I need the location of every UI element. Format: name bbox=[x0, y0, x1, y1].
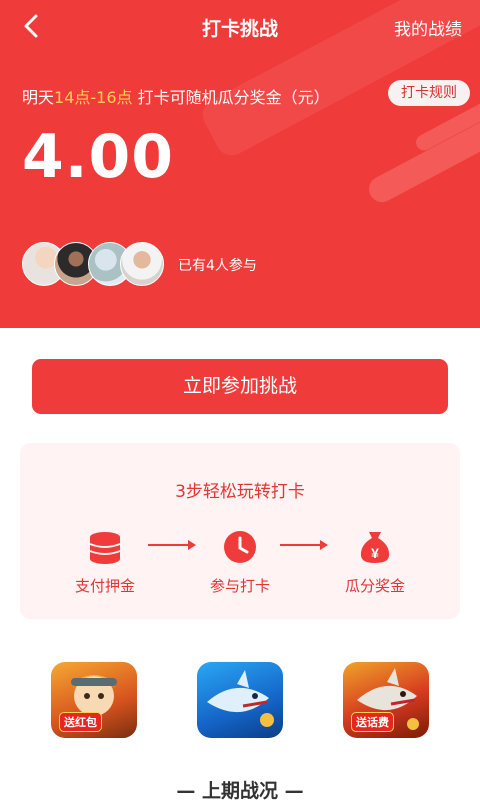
coin-stack-icon bbox=[89, 532, 121, 564]
game-badge: 送话费 bbox=[351, 712, 394, 732]
step-label: 瓜分奖金 bbox=[344, 577, 405, 595]
game-card[interactable]: 送红包 bbox=[51, 662, 137, 738]
info-suffix: 打卡可随机瓜分奖金（元） bbox=[132, 88, 330, 107]
step-label: 参与打卡 bbox=[209, 577, 270, 595]
join-challenge-button[interactable]: 立即参加挑战 bbox=[32, 359, 448, 414]
top-bar: 打卡挑战 我的战绩 bbox=[0, 0, 480, 52]
clock-icon bbox=[224, 531, 256, 563]
money-bag-icon: ¥ bbox=[360, 532, 390, 563]
arrow-right-icon bbox=[280, 540, 328, 550]
steps-title: 3步轻松玩转打卡 bbox=[175, 482, 305, 502]
arrow-right-icon bbox=[148, 540, 196, 550]
game-card[interactable] bbox=[197, 662, 283, 738]
prize-amount: 4.00 bbox=[22, 122, 175, 192]
info-prefix: 明天 bbox=[22, 88, 55, 107]
step-label: 支付押金 bbox=[74, 577, 135, 595]
my-records-link[interactable]: 我的战绩 bbox=[394, 15, 462, 40]
game-card[interactable]: 送话费 bbox=[343, 662, 429, 738]
reward-info: 明天14点-16点 打卡可随机瓜分奖金（元） bbox=[22, 84, 330, 108]
rules-button[interactable]: 打卡规则 bbox=[388, 80, 470, 106]
challenge-header: 打卡挑战 我的战绩 明天14点-16点 打卡可随机瓜分奖金（元） 打卡规则 4.… bbox=[0, 0, 480, 328]
last-period-title: — 上期战况 — bbox=[176, 780, 304, 802]
game-badge: 送红包 bbox=[59, 712, 102, 732]
shark-icon bbox=[207, 670, 274, 727]
avatar bbox=[120, 242, 164, 286]
steps-card: 3步轻松玩转打卡 ¥ 支付押金 参与打卡 瓜分奖金 bbox=[20, 443, 460, 619]
time-window: 14点-16点 bbox=[54, 88, 133, 107]
participant-count: 已有4人参与 bbox=[178, 258, 257, 274]
svg-text:¥: ¥ bbox=[371, 545, 379, 561]
